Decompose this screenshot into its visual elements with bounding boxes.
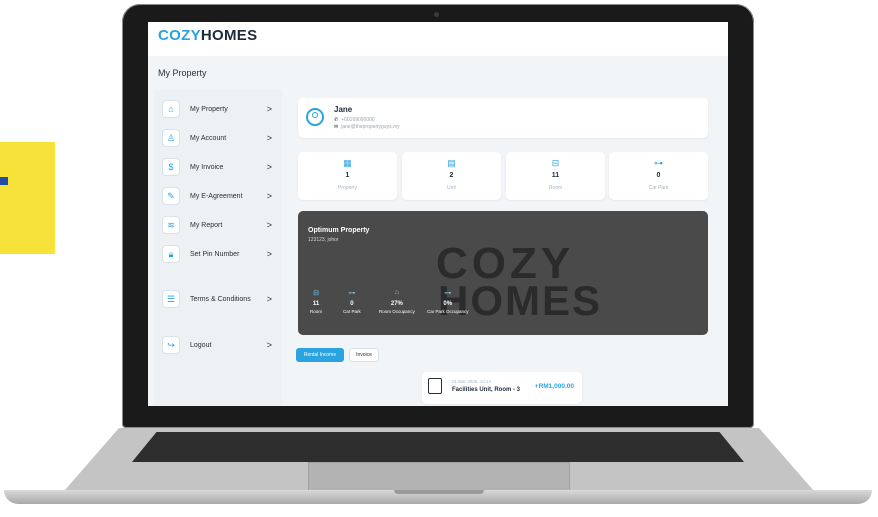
sidebar-item-set-pin-number[interactable]: 🔒︎ Set Pin Number > <box>158 243 278 265</box>
stat-card-unit[interactable]: ▤ 2 Unit <box>402 152 501 200</box>
stat-value: 2 <box>449 172 454 179</box>
profile-phone-row: ✆ +60169090000 <box>334 117 375 123</box>
page-title: My Property <box>158 68 207 78</box>
sidebar-item-my-e-agreement[interactable]: ✎ My E-Agreement > <box>158 185 278 207</box>
logo-homes: HOMES <box>200 27 258 44</box>
profile-email-row: ✉ jane@thepropertyguys.my <box>334 124 400 130</box>
app-logo[interactable]: COZYHOMES <box>158 27 257 44</box>
car-icon: ⊶ <box>348 290 356 297</box>
building-icon: ▦ <box>343 158 352 168</box>
stat-value: 1 <box>345 172 350 179</box>
camera-icon <box>434 12 439 17</box>
car-icon: ⊶ <box>444 290 452 297</box>
stat-card-room[interactable]: ⊟ 11 Room <box>506 152 605 200</box>
chevron-right-icon: > <box>266 220 272 230</box>
bed-icon: ⊟ <box>551 158 560 168</box>
sidebar-item-my-account[interactable]: ♙ My Account > <box>158 127 278 149</box>
sidebar-item-label: Set Pin Number <box>190 250 240 258</box>
property-banner[interactable]: COZY HOMES Optimum Property 123123, joho… <box>298 211 708 335</box>
transaction-amount: +RM1,000.00 <box>534 383 574 390</box>
sidebar-item-label: My Invoice <box>190 163 224 171</box>
property-address: 123123, johor <box>308 237 339 243</box>
banner-stat-value: 0% <box>443 301 453 307</box>
banner-stat-label: Car Park <box>343 309 361 314</box>
phone-icon: ✆ <box>334 117 339 123</box>
profile-email: jane@thepropertyguys.my <box>341 124 400 130</box>
blue-notch <box>0 177 8 185</box>
chevron-right-icon: > <box>266 162 272 172</box>
logo-cozy: COZY <box>158 27 201 44</box>
banner-stat-value: 0 <box>350 301 354 307</box>
transaction-title: Facilities Unit, Room - 3 <box>452 387 521 393</box>
banner-stat-room-occupancy: ⌂ 27% Room Occupancy <box>379 289 415 314</box>
banner-stat-car-park-occupancy: ⊶ 0% Car Park Occupancy <box>427 289 469 314</box>
tab-invoice[interactable]: Invoice <box>349 348 379 362</box>
profile-card[interactable]: Jane ✆ +60169090000 ✉ jane@thepropertyguys… <box>298 98 708 138</box>
sidebar-item-label: My E-Agreement <box>190 192 243 200</box>
profile-name: Jane <box>334 105 353 114</box>
stat-label: Unit <box>447 185 456 191</box>
banner-stat-label: Room Occupancy <box>379 309 415 314</box>
avatar-icon <box>306 108 324 126</box>
yellow-accent-block <box>0 142 55 254</box>
stat-label: Property <box>338 185 357 191</box>
logout-icon: ↪ <box>162 336 180 354</box>
laptop-trackpad <box>308 462 570 492</box>
app-screen: COZYHOMES My Property ⌂ My Property > ♙ … <box>148 22 728 406</box>
stat-card-property[interactable]: ▦ 1 Property <box>298 152 397 200</box>
chevron-right-icon: > <box>266 249 272 259</box>
sidebar-item-label: Logout <box>190 341 212 349</box>
home-icon: ⌂ <box>162 100 180 118</box>
banner-stat-room: ⊟ 11 Room <box>310 289 322 314</box>
sidebar-item-label: Terms & Conditions <box>190 295 251 303</box>
chevron-right-icon: > <box>266 191 272 201</box>
house-icon: ⌂ <box>394 289 399 296</box>
sidebar-item-my-report[interactable]: ≋ My Report > <box>158 214 278 236</box>
banner-stat-label: Room <box>310 309 323 314</box>
sidebar-item-label: My Report <box>190 221 223 229</box>
sidebar: ⌂ My Property > ♙ My Account > $ My Invo… <box>154 90 282 406</box>
agreement-icon: ✎ <box>162 187 180 205</box>
laptop-front-notch <box>394 490 484 494</box>
transaction-card[interactable]: 01 Mar 2025, 10:14 Facilities Unit, Room… <box>422 372 582 404</box>
mail-icon: ✉ <box>334 124 339 130</box>
transaction-date: 01 Mar 2025, 10:14 <box>452 379 492 384</box>
stat-value: 0 <box>656 172 661 179</box>
unit-icon: ▤ <box>447 158 456 168</box>
banner-stat-label: Car Park Occupancy <box>427 309 469 314</box>
stat-value: 11 <box>551 172 560 179</box>
sidebar-item-label: My Property <box>190 105 228 113</box>
chevron-right-icon: > <box>266 104 272 114</box>
sidebar-item-my-property[interactable]: ⌂ My Property > <box>158 98 278 120</box>
sidebar-item-my-invoice[interactable]: $ My Invoice > <box>158 156 278 178</box>
banner-stat-value: 11 <box>312 301 320 307</box>
laptop-keyboard <box>132 432 744 462</box>
car-icon: ⊶ <box>654 158 663 168</box>
chevron-right-icon: > <box>266 340 272 350</box>
bed-icon: ⊟ <box>313 290 319 297</box>
banner-stat-car-park: ⊶ 0 Car Park <box>343 289 361 314</box>
document-icon: ☰ <box>162 290 180 308</box>
sidebar-item-terms-conditions[interactable]: ☰ Terms & Conditions > <box>158 288 278 310</box>
report-icon: ≋ <box>162 216 180 234</box>
stat-card-car-park[interactable]: ⊶ 0 Car Park <box>609 152 708 200</box>
sidebar-item-label: My Account <box>190 134 227 142</box>
banner-stat-value: 27% <box>390 301 403 307</box>
profile-phone: +60169090000 <box>341 117 375 123</box>
sidebar-item-logout[interactable]: ↪ Logout > <box>158 334 278 356</box>
wallet-icon <box>428 378 442 394</box>
stat-label: Room <box>548 185 563 191</box>
stat-label: Car Park <box>648 185 669 191</box>
tab-rental-income[interactable]: Rental Income <box>296 348 344 362</box>
invoice-icon: $ <box>162 158 180 176</box>
lock-icon: 🔒︎ <box>162 245 180 263</box>
property-name: Optimum Property <box>308 227 370 234</box>
chevron-right-icon: > <box>266 133 272 143</box>
user-icon: ♙ <box>162 129 180 147</box>
top-bar: COZYHOMES <box>148 22 728 56</box>
chevron-right-icon: > <box>266 294 272 304</box>
